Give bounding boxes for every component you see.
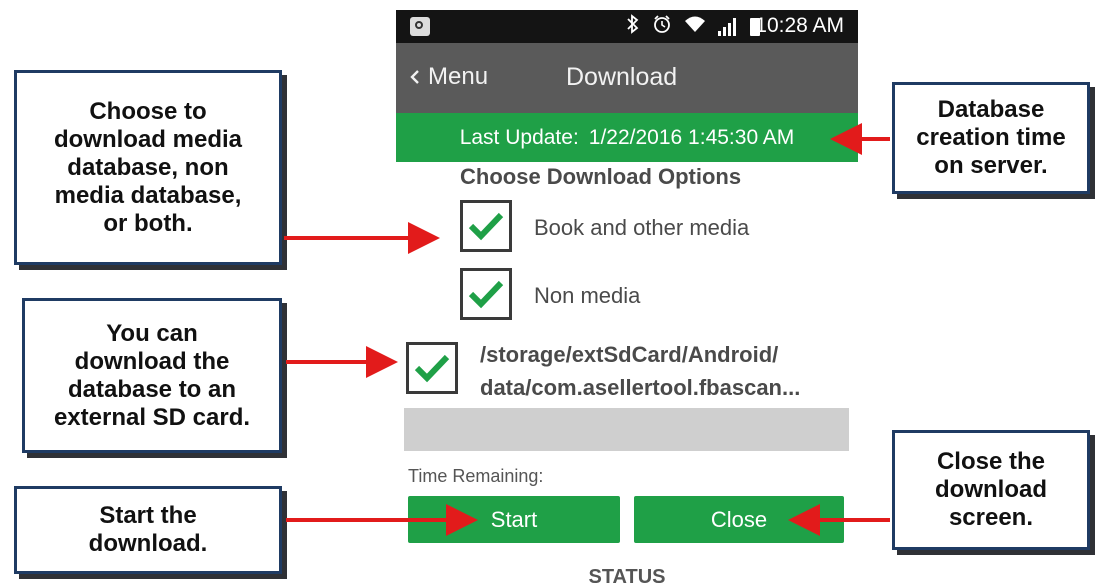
start-button[interactable]: Start <box>408 496 620 543</box>
bluetooth-icon <box>626 14 640 39</box>
checkmark-icon <box>414 354 450 383</box>
callout-line: on server. <box>934 152 1048 179</box>
back-menu-button[interactable]: Menu <box>410 63 488 91</box>
callout-line: download the <box>74 347 230 375</box>
time-remaining-label: Time Remaining: <box>408 466 544 486</box>
callout-line: Choose to <box>89 97 207 125</box>
option-label-non-media: Non media <box>534 283 641 308</box>
storage-path-line: data/com.asellertool.fbascan... <box>480 375 801 400</box>
callout-line: creation time <box>916 124 1066 151</box>
option-label-book-media: Book and other media <box>534 215 750 240</box>
callout-line: screen. <box>948 504 1034 531</box>
alarm-icon <box>652 14 672 39</box>
callout-close: Close the download screen. <box>892 430 1090 550</box>
callout-sd-card: You can download the database to an exte… <box>22 298 282 453</box>
checkbox-external-storage[interactable] <box>406 342 458 394</box>
callout-line: download <box>935 476 1047 503</box>
storage-path-line: /storage/extSdCard/Android/ <box>480 342 779 367</box>
callout-database-time: Database creation time on server. <box>892 82 1090 194</box>
callout-line: Close the <box>936 448 1045 475</box>
signal-icon <box>718 17 738 36</box>
callout-line: database, non <box>67 153 229 181</box>
app-icon <box>410 17 430 36</box>
status-icons <box>626 14 760 39</box>
back-menu-label: Menu <box>428 63 489 90</box>
last-update-value: 1/22/2016 1:45:30 AM <box>588 125 795 149</box>
wifi-icon <box>684 15 706 38</box>
callout-line: media database, <box>54 181 242 209</box>
callout-line: database to an <box>67 375 237 403</box>
last-update-label: Last Update: <box>459 125 579 149</box>
callout-line: or both. <box>103 209 193 237</box>
storage-path: /storage/extSdCard/Android/ data/com.ase… <box>480 338 850 404</box>
download-options-heading: Choose Download Options <box>460 164 742 189</box>
callout-line: Start the <box>99 502 197 529</box>
download-progress-bar <box>404 408 849 451</box>
chevron-left-icon <box>410 70 419 84</box>
callout-choose-download: Choose to download media database, non m… <box>14 70 282 265</box>
title-bar: Menu Download <box>396 43 858 113</box>
callout-start: Start the download. <box>14 486 282 574</box>
checkmark-icon <box>468 280 504 309</box>
callout-line: You can <box>106 319 198 347</box>
status-bar: 10:28 AM <box>396 10 858 43</box>
callout-line: Database <box>937 96 1045 123</box>
status-time: 10:28 AM <box>755 14 844 37</box>
callout-line: external SD card. <box>53 403 251 431</box>
status-label: STATUS <box>588 566 666 586</box>
last-update-bar: Last Update: 1/22/2016 1:45:30 AM <box>396 113 858 162</box>
checkbox-book-media[interactable] <box>460 200 512 252</box>
callout-line: download media <box>53 125 242 153</box>
close-button[interactable]: Close <box>634 496 844 543</box>
phone-screen: 10:28 AM Menu Download Last Update: 1/22… <box>396 10 858 586</box>
checkbox-non-media[interactable] <box>460 268 512 320</box>
checkmark-icon <box>468 212 504 241</box>
callout-line: download. <box>88 530 208 557</box>
page-title: Download <box>566 63 678 91</box>
